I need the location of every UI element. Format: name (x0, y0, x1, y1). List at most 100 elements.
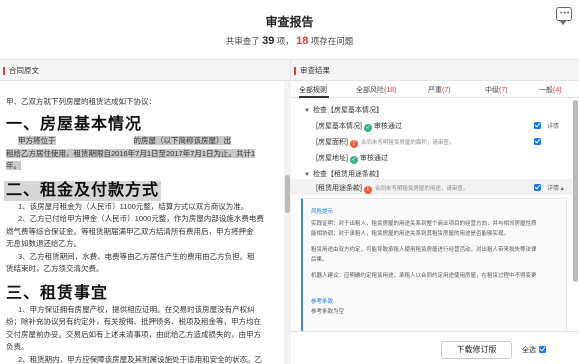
review-summary: 共审查了 39 项， 18 项存在问题 (0, 35, 579, 47)
tab-label: 全部风险 (356, 87, 384, 94)
results-list: ▼ 检查【房屋基本情况】 [房屋基本情况] ✓ 审核通过 详情 [房屋面积]! 合同未… (291, 98, 579, 336)
scrollbar-thumb[interactable] (285, 175, 290, 213)
contract-document: 甲、乙双方就下列房屋的租赁达成如下协议： 一、房屋基本情况 甲方将位于 的房屋（以… (0, 81, 291, 364)
clause-text: 年。 (6, 160, 282, 173)
results-panel-title: 审查结果 (291, 60, 579, 81)
contract-intro: 甲、乙双方就下列房屋的租赁达成如下协议： (6, 97, 156, 106)
result-row-selected[interactable]: [租赁用途条款]! 合同未写明租赁房屋的用途，请审查。 详情 ▴ (291, 179, 575, 195)
risk-text: 机器人建议：应明确约定租赁用途，承租人以合同约定用途使用房屋，在租赁过程中不得变… (311, 273, 537, 279)
warning-icon: ! (349, 140, 358, 148)
highlight-text[interactable]: 甲方将位于 (18, 136, 56, 145)
rule-label: [房屋基本情况] ✓ 审核通过 (316, 121, 402, 132)
clause-text: 负责。 (6, 342, 29, 351)
risk-detail-panel: 风险提示 实践证明：对于出租人，租赁房屋的用途关系到整个商业项目的经营方向，并与… (301, 198, 567, 334)
clause-text: 赁结束时，乙方须交清欠费。 (6, 264, 104, 273)
row-checkbox[interactable] (534, 184, 541, 191)
clause-text: 租给乙方居住使用，租赁期限自2016年7月1日至2017年7月1日为止。共计1 (6, 148, 282, 161)
clause-text: 燃气费等综合保证金。等租赁期届满甲乙双方结清所有费用后，甲方将押金 (6, 226, 254, 236)
tab-count: (7) (442, 87, 451, 94)
summary-mid: 项， (276, 36, 294, 46)
rule-name: [租赁用途条款] (316, 185, 362, 192)
page-title: 审查报告 (265, 15, 314, 29)
chevron-down-icon: ▼ (304, 172, 310, 178)
tab-general[interactable]: 一般(4) (539, 85, 562, 95)
rule-message: 合同未写明租赁房屋的面积，请审查。 (360, 140, 455, 146)
highlight-text[interactable]: 的房屋（以下简称该房屋）出 (133, 136, 231, 145)
issue-count: 18 (296, 35, 309, 47)
section-heading-text[interactable]: 二、租金及付款方式 (4, 180, 162, 201)
group-title: 检查【租赁用途条款】 (312, 171, 383, 178)
chat-icon[interactable]: ••• (556, 7, 572, 25)
tab-count: (18) (384, 87, 397, 94)
section-heading: 一、房屋基本情况 (6, 115, 282, 135)
clause-text: 2、乙方已付给甲方押金（人民币）1000元整，作为房屋内部设施水费电费 (18, 214, 264, 223)
select-all-checkbox[interactable] (539, 346, 546, 353)
results-scrollbar[interactable] (572, 98, 579, 336)
clause-text: 交付房屋前办妥。交易后如有上述未清事项，由此给乙方造成损失的，由甲方 (6, 329, 261, 339)
total-count: 39 (262, 35, 275, 47)
tab-label: 严重 (428, 87, 442, 94)
risk-text: 租赁用途由双方约定，可能导致承租人使用租赁房屋进行经营活动，对出租人带来损失等法… (311, 247, 537, 253)
footer-bar: 下载修订版 全选 (291, 331, 579, 364)
header: 审查报告 共审查了 39 项， 18 项存在问题 ••• (0, 0, 579, 60)
tab-severe[interactable]: 严重(7) (428, 85, 451, 95)
highlight-text[interactable]: 租给乙方居住使用，租赁期限自2016年7月1日至2017年7月1日为止。共计1 (6, 148, 256, 158)
chat-dots: ••• (560, 10, 571, 17)
tab-count: (4) (553, 87, 562, 94)
detail-link[interactable]: 详情 (547, 121, 559, 130)
tab-all-risks[interactable]: 全部风险(18) (356, 85, 396, 95)
check-icon: ✓ (349, 156, 358, 164)
detail-link[interactable]: 详情 ▴ (547, 183, 564, 192)
highlight-text[interactable]: 年。 (6, 161, 21, 170)
chevron-up-icon: ▴ (560, 186, 564, 192)
rule-message: 合同未写明租赁房屋的用途，请审查。 (374, 186, 469, 192)
tab-label: 中级 (485, 87, 499, 94)
risk-text: 能相协调；对于承租人，租赁房屋的用途关系到其租赁房屋的用途是否能够实现。 (311, 231, 510, 237)
contract-panel-title: 合同原文 (0, 60, 290, 81)
row-checkbox[interactable] (534, 138, 541, 145)
group-title: 检查【房屋基本情况】 (312, 107, 383, 114)
clause-text: 纷；除补充协议另有约定外，有关按揭、抵押债务、税项及租金等，甲方均在 (6, 317, 261, 326)
scrollbar-thumb[interactable] (573, 100, 578, 282)
clause-text: 甲方将位于 的房屋（以下简称该房屋）出 (6, 135, 282, 148)
section-heading: 三、租赁事宜 (6, 284, 109, 302)
contract-panel: 合同原文 甲、乙双方就下列房屋的租赁达成如下协议： 一、房屋基本情况 甲方将位于… (0, 60, 291, 364)
clause-text: 1、甲方保证拥有房屋产权，提供相应证明。在交易时该房屋没有产权纠 (18, 304, 255, 314)
select-all-label: 全选 (522, 347, 536, 354)
tab-medium[interactable]: 中级(7) (485, 85, 508, 95)
clause-text: 无息如数退还给乙方。 (6, 239, 81, 248)
summary-prefix: 共审查了 (225, 36, 260, 46)
section-heading-text: 一、房屋基本情况 (6, 116, 143, 133)
rule-label: [租赁用途条款]! 合同未写明租赁房屋的用途，请审查。 (316, 183, 468, 194)
tab-count: (7) (499, 87, 508, 94)
rule-label: [房屋面积]! 合同未写明租赁房屋的面积，请审查。 (316, 137, 454, 148)
rule-label: [房屋地址] ✓ 审核通过 (316, 153, 388, 164)
select-all[interactable]: 全选 (522, 345, 546, 355)
clause-text: 1、该房屋月租金为（人民币）1100元整，结算方式以双方商议为准。 (18, 201, 249, 211)
rule-name: [房屋面积] (316, 139, 348, 146)
risk-text: 实践证明：对于出租人，租赁房屋的用途关系到整个商业项目的经营方向，并与相邻房屋性… (311, 221, 537, 227)
clause-text: 2、租赁期内，甲方应保障该房屋及其附属设施处于适用和安全的状态。乙 (18, 354, 263, 364)
download-revision-button[interactable]: 下载修订版 (441, 341, 512, 359)
rule-status: 审核通过 (359, 155, 388, 162)
check-icon: ✓ (363, 124, 372, 132)
tab-all-rules[interactable]: 全部规则 (299, 85, 327, 95)
detail-label: 详情 (547, 186, 560, 192)
tab-label: 一般 (539, 87, 553, 94)
risk-title: 风险提示 (311, 209, 334, 215)
contract-scrollbar[interactable] (284, 81, 291, 364)
clause-text: 3、乙方租赁期间，水费、电费等由乙方居住产生的费用由乙方负担。租 (18, 251, 255, 261)
row-checkbox[interactable] (534, 122, 541, 129)
reference-title: 参考条款 (311, 299, 334, 305)
group-header[interactable]: ▼ 检查【房屋基本情况】 (304, 105, 383, 115)
rule-status: 审核通过 (373, 123, 402, 130)
tab-label: 全部规则 (299, 87, 327, 94)
chevron-down-icon: ▼ (304, 108, 310, 114)
results-panel: 审查结果 全部规则 全部风险(18) 严重(7) 中级(7) 一般(4) ▼ 检查… (291, 60, 579, 364)
group-header[interactable]: ▼ 检查【租赁用途条款】 (304, 169, 383, 179)
rule-name: [房屋基本情况] (316, 123, 362, 130)
section-heading: 二、租金及付款方式 (4, 180, 282, 201)
summary-suffix: 项存在问题 (310, 36, 354, 46)
filter-tabs: 全部规则 全部风险(18) 严重(7) 中级(7) 一般(4) (291, 81, 579, 98)
reference-body: 参考条款为空 (311, 309, 345, 315)
